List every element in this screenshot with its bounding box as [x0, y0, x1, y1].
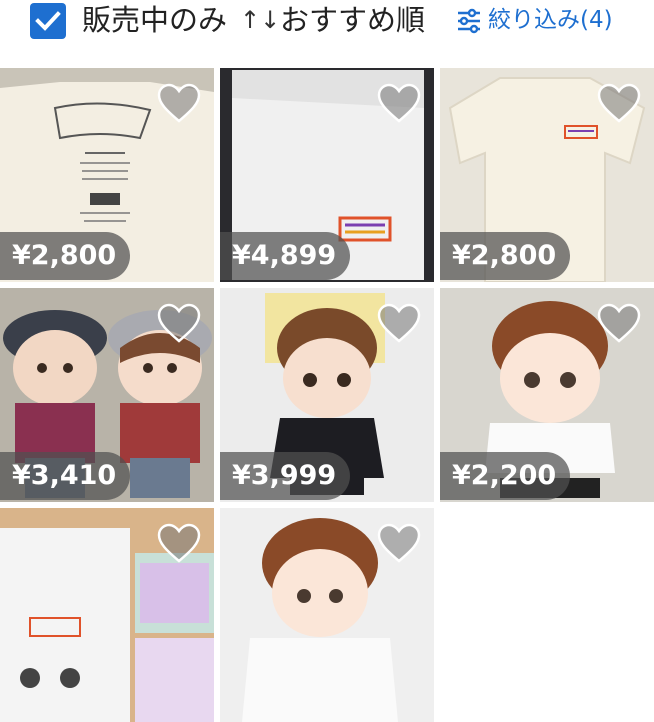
filter-button[interactable]: 絞り込み(4): [488, 0, 613, 40]
sort-button[interactable]: おすすめ順: [280, 0, 425, 40]
price-badge: ¥3,410: [0, 452, 131, 500]
product-card[interactable]: ¥2,200: [440, 288, 654, 502]
product-card[interactable]: ¥2,800: [440, 68, 654, 282]
price-badge: ¥2,200: [440, 452, 571, 500]
product-card[interactable]: [0, 508, 214, 722]
product-grid: ¥2,800 ¥4,899 ¥2,800 ¥3,410 ¥3,999 ¥2,20…: [0, 66, 654, 722]
heart-icon[interactable]: [376, 82, 422, 124]
filter-sliders-icon[interactable]: [456, 8, 482, 34]
heart-icon[interactable]: [596, 82, 642, 124]
price-badge: ¥2,800: [440, 232, 571, 280]
on-sale-checkbox[interactable]: [30, 3, 66, 39]
product-card[interactable]: ¥3,410: [0, 288, 214, 502]
heart-icon[interactable]: [156, 522, 202, 564]
product-card[interactable]: [220, 508, 434, 722]
price-badge: ¥2,800: [0, 232, 131, 280]
heart-icon[interactable]: [596, 302, 642, 344]
heart-icon[interactable]: [156, 82, 202, 124]
price-badge: ¥4,899: [220, 232, 351, 280]
checkmark-icon: [35, 11, 61, 31]
heart-icon[interactable]: [376, 302, 422, 344]
sort-icon[interactable]: ↑↓: [240, 0, 280, 40]
on-sale-label[interactable]: 販売中のみ: [82, 0, 227, 40]
product-card[interactable]: ¥4,899: [220, 68, 434, 282]
heart-icon[interactable]: [376, 522, 422, 564]
product-card[interactable]: ¥3,999: [220, 288, 434, 502]
heart-icon[interactable]: [156, 302, 202, 344]
filter-bar: 販売中のみ ↑↓ おすすめ順 絞り込み(4): [0, 0, 654, 66]
product-card[interactable]: ¥2,800: [0, 68, 214, 282]
price-badge: ¥3,999: [220, 452, 351, 500]
